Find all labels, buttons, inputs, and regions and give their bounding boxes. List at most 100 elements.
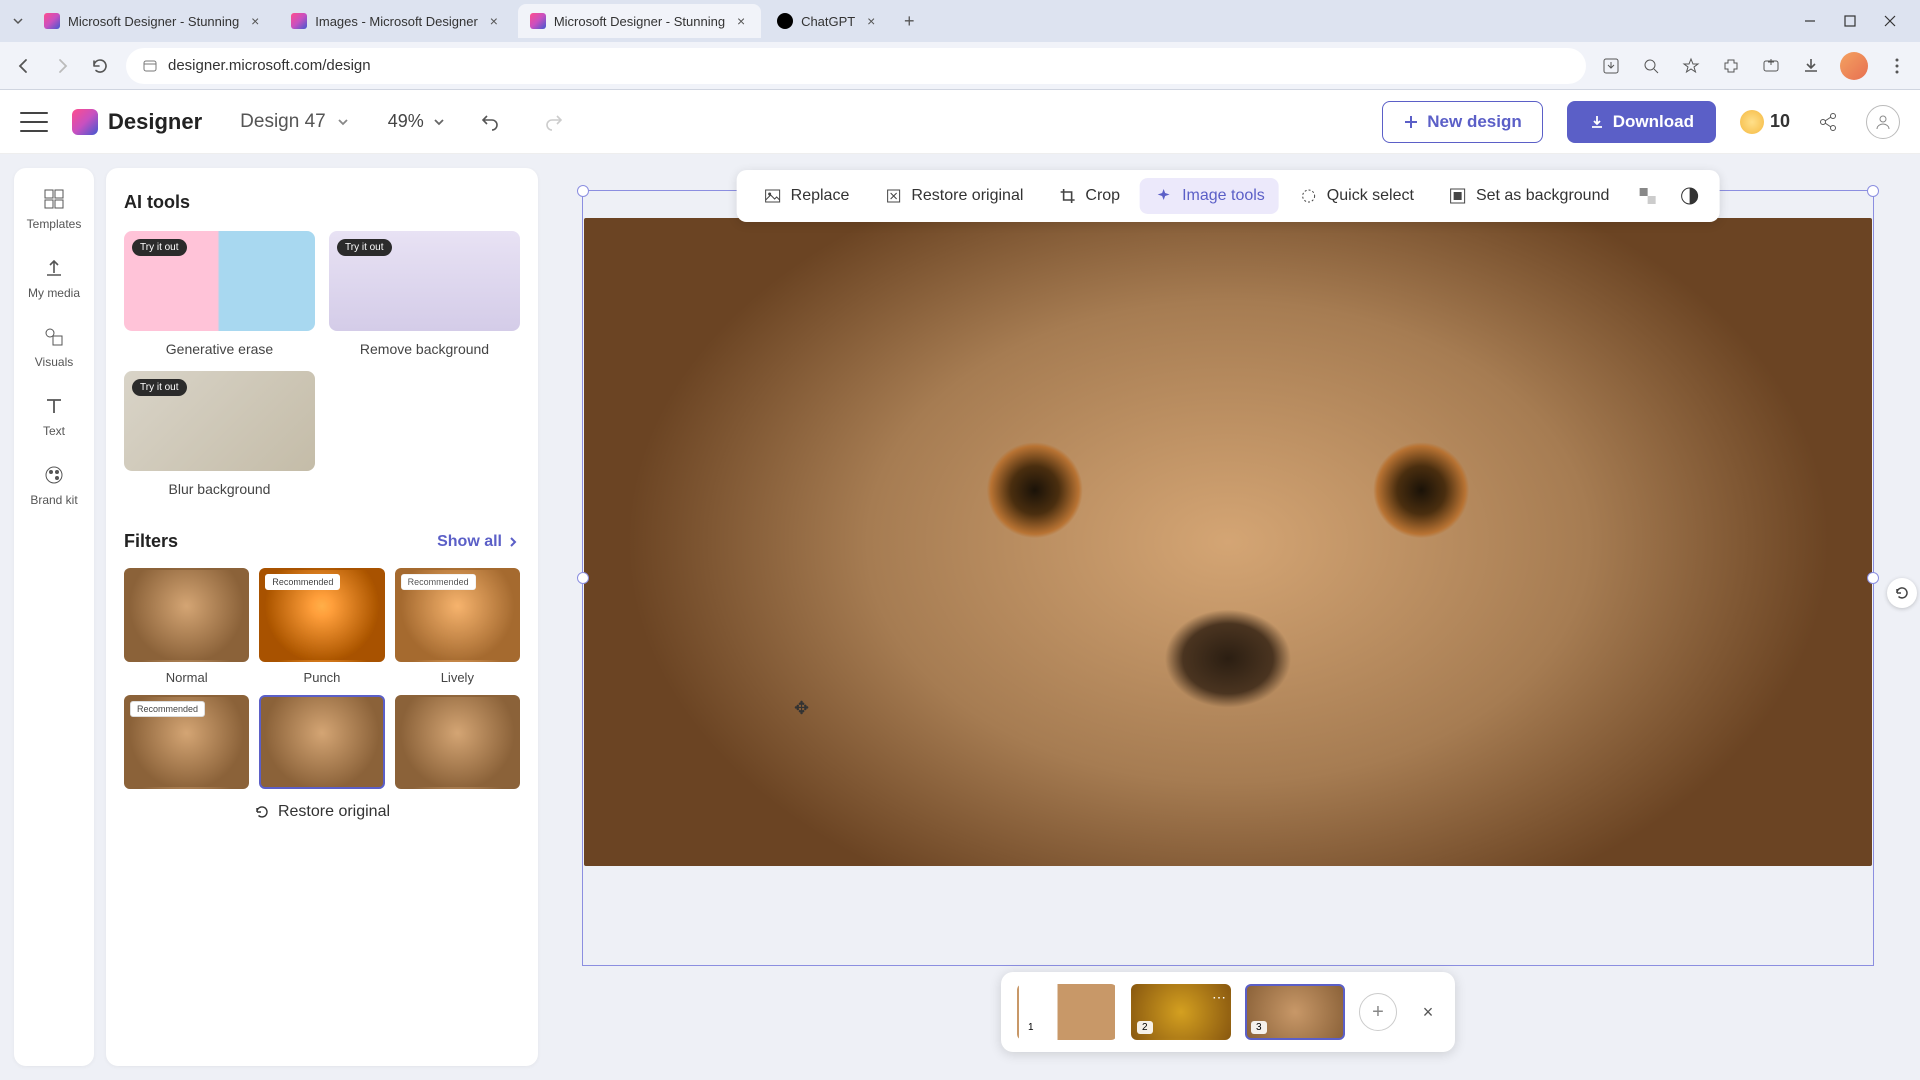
brand-logo-icon — [72, 109, 98, 135]
redo-button[interactable] — [540, 108, 568, 136]
tool-generative-erase[interactable]: Try it out Generative erase — [124, 231, 315, 357]
ctx-replace[interactable]: Replace — [749, 178, 864, 214]
quickselect-icon — [1299, 186, 1319, 206]
zoom-dropdown[interactable]: 49% — [388, 111, 446, 132]
design-name-dropdown[interactable]: Design 47 — [226, 105, 364, 139]
page-thumb-3[interactable]: 3 — [1245, 984, 1345, 1040]
reload-button[interactable] — [88, 54, 112, 78]
new-design-button[interactable]: New design — [1382, 101, 1542, 143]
zoom-icon[interactable] — [1640, 55, 1662, 77]
zoom-value: 49% — [388, 111, 424, 132]
tab-title: Microsoft Designer - Stunning — [68, 14, 239, 29]
ctx-contrast[interactable] — [1671, 178, 1707, 214]
favicon-designer — [291, 13, 307, 29]
restore-icon — [254, 804, 270, 820]
brand[interactable]: Designer — [72, 109, 202, 135]
hamburger-menu[interactable] — [20, 112, 48, 132]
ctx-label: Quick select — [1327, 187, 1414, 205]
rail-brandkit[interactable]: Brand kit — [30, 462, 77, 507]
menu-icon[interactable] — [1886, 55, 1908, 77]
site-info-icon[interactable] — [142, 58, 158, 74]
undo-button[interactable] — [476, 108, 504, 136]
back-button[interactable] — [12, 54, 36, 78]
tool-label: Remove background — [329, 341, 520, 357]
resize-handle-mr[interactable] — [1867, 572, 1879, 584]
rail-mymedia[interactable]: My media — [28, 255, 80, 300]
filter-row2-2[interactable] — [395, 695, 520, 789]
templates-icon — [41, 186, 67, 212]
show-all-link[interactable]: Show all — [437, 533, 520, 551]
filter-row2-0[interactable]: Recommended — [124, 695, 249, 789]
resize-handle-tr[interactable] — [1867, 185, 1879, 197]
new-tab-shortcut-icon[interactable] — [1760, 55, 1782, 77]
color-swap-icon — [1637, 186, 1657, 206]
close-icon[interactable]: × — [863, 13, 879, 29]
url-field[interactable]: designer.microsoft.com/design — [126, 48, 1586, 84]
ctx-image-tools[interactable]: Image tools — [1140, 178, 1279, 214]
tab-2[interactable]: Microsoft Designer - Stunning × — [518, 4, 761, 38]
credits[interactable]: 10 — [1740, 110, 1790, 134]
filter-thumb — [124, 568, 249, 662]
rotate-handle[interactable] — [1887, 578, 1917, 608]
page-thumb-2[interactable]: 2⋯ — [1131, 984, 1231, 1040]
filter-row2-1[interactable] — [259, 695, 384, 789]
address-bar: designer.microsoft.com/design — [0, 42, 1920, 90]
share-icon[interactable] — [1814, 108, 1842, 136]
tool-remove-background[interactable]: Try it out Remove background — [329, 231, 520, 357]
filter-punch[interactable]: RecommendedPunch — [259, 568, 384, 685]
rail-visuals[interactable]: Visuals — [35, 324, 73, 369]
extensions-icon[interactable] — [1720, 55, 1742, 77]
ctx-label: Restore original — [911, 187, 1023, 205]
resize-handle-tl[interactable] — [577, 185, 589, 197]
maximize-button[interactable] — [1840, 11, 1860, 31]
canvas-area[interactable]: Replace Restore original Crop Image tool… — [550, 168, 1906, 1066]
new-design-label: New design — [1427, 112, 1521, 132]
rail-templates[interactable]: Templates — [27, 186, 82, 231]
resize-handle-ml[interactable] — [577, 572, 589, 584]
downloads-icon[interactable] — [1800, 55, 1822, 77]
tab-1[interactable]: Images - Microsoft Designer× — [279, 4, 514, 38]
close-icon[interactable]: × — [733, 13, 749, 29]
close-strip-button[interactable]: × — [1417, 1001, 1439, 1023]
setbg-icon — [1448, 186, 1468, 206]
add-page-button[interactable]: + — [1359, 993, 1397, 1031]
tool-blur-background[interactable]: Try it out Blur background — [124, 371, 315, 497]
ctx-set-background[interactable]: Set as background — [1434, 178, 1623, 214]
plus-icon — [1403, 114, 1419, 130]
forward-button[interactable] — [50, 54, 74, 78]
restore-original-button[interactable]: Restore original — [124, 789, 520, 835]
ctx-restore[interactable]: Restore original — [869, 178, 1037, 214]
filter-lively[interactable]: RecommendedLively — [395, 568, 520, 685]
download-button[interactable]: Download — [1567, 101, 1716, 143]
ctx-quick-select[interactable]: Quick select — [1285, 178, 1428, 214]
ctx-color-swap[interactable] — [1629, 178, 1665, 214]
bookmark-icon[interactable] — [1680, 55, 1702, 77]
ai-tools-title: AI tools — [124, 192, 520, 213]
account-button[interactable] — [1866, 105, 1900, 139]
page-more-icon[interactable]: ⋯ — [1212, 989, 1226, 1006]
close-window-button[interactable] — [1880, 11, 1900, 31]
selection-bounds[interactable] — [582, 190, 1874, 966]
install-app-icon[interactable] — [1600, 55, 1622, 77]
filter-thumb — [395, 695, 520, 789]
profile-avatar[interactable] — [1840, 52, 1868, 80]
filter-normal[interactable]: Normal — [124, 568, 249, 685]
close-icon[interactable]: × — [486, 13, 502, 29]
minimize-button[interactable] — [1800, 11, 1820, 31]
page-thumb-1[interactable]: 1 — [1017, 984, 1117, 1040]
tab-title: Microsoft Designer - Stunning — [554, 14, 725, 29]
ctx-crop[interactable]: Crop — [1043, 178, 1134, 214]
contrast-icon — [1679, 186, 1699, 206]
page-strip: 1 2⋯ 3 + × — [1001, 972, 1455, 1052]
new-tab-button[interactable]: + — [895, 7, 923, 35]
favicon-designer — [530, 13, 546, 29]
rail-text[interactable]: Text — [41, 393, 67, 438]
filter-label: Lively — [395, 670, 520, 685]
tab-search-dropdown[interactable] — [8, 11, 28, 31]
restore-icon — [883, 186, 903, 206]
close-icon[interactable]: × — [247, 13, 263, 29]
app-header: Designer Design 47 49% New design Downlo… — [0, 90, 1920, 154]
tab-0[interactable]: Microsoft Designer - Stunning × — [32, 4, 275, 38]
workspace: Templates My media Visuals Text Brand ki… — [0, 154, 1920, 1080]
tab-3[interactable]: ChatGPT× — [765, 4, 891, 38]
